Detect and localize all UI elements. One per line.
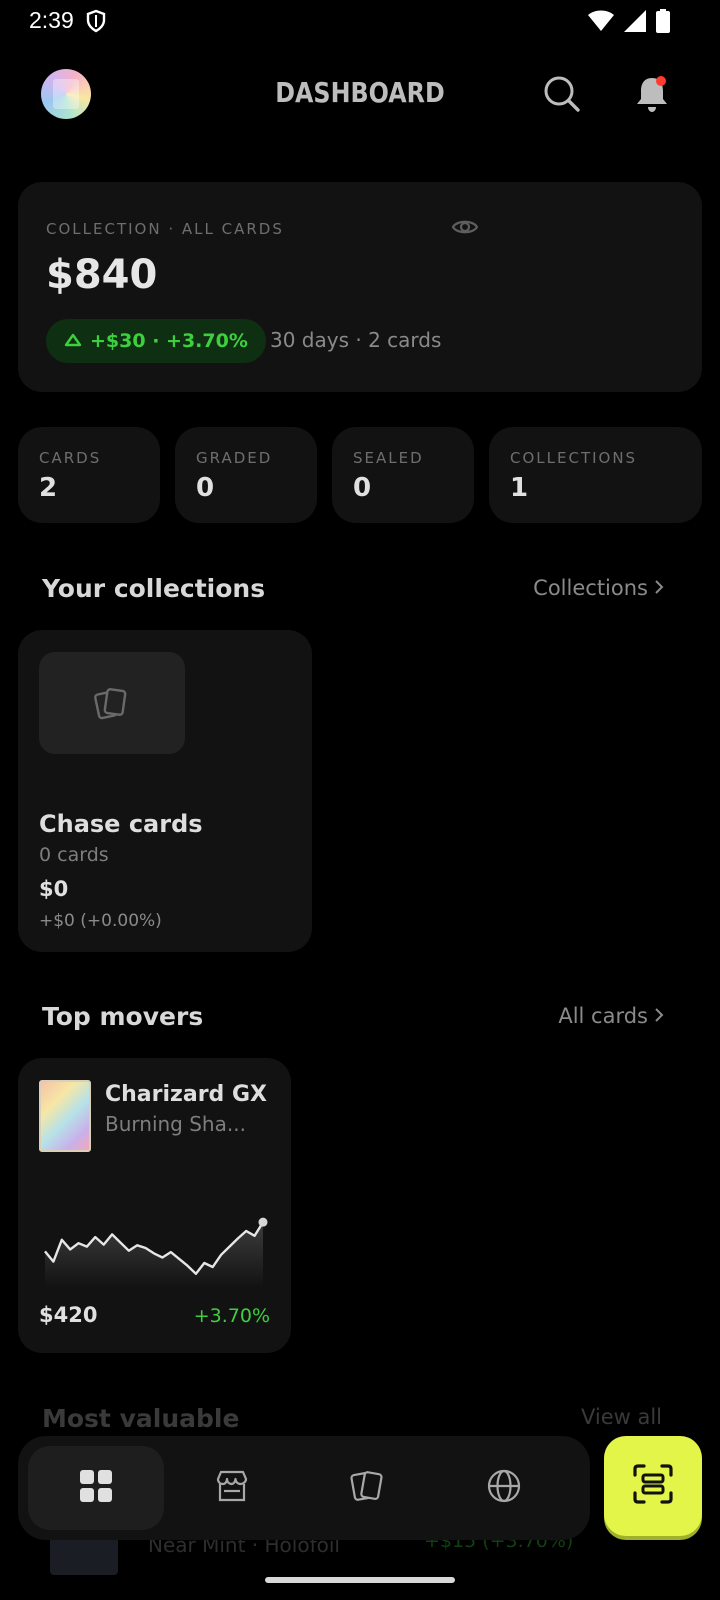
collection-value: $840	[46, 252, 158, 298]
dashboard-grid-icon	[79, 1469, 113, 1507]
chevron-right-icon	[654, 1004, 664, 1028]
wifi-icon	[588, 10, 614, 36]
sparkline-area	[45, 1222, 263, 1288]
stat-collections[interactable]: COLLECTIONS 1	[489, 427, 702, 523]
collection-count: 0 cards	[39, 844, 109, 866]
collections-link-label: Collections	[533, 576, 648, 600]
mover-name: Charizard GX	[105, 1082, 267, 1107]
summary-meta: 30 days · 2 cards	[270, 328, 442, 352]
scan-button[interactable]	[604, 1436, 702, 1536]
eye-icon[interactable]	[450, 212, 480, 242]
trend-up-icon	[64, 330, 82, 352]
stat-label: GRADED	[196, 449, 273, 467]
signal-icon	[624, 10, 646, 36]
status-time: 2:39	[29, 7, 74, 33]
nav-dashboard[interactable]	[28, 1446, 164, 1530]
price-sparkline	[44, 1217, 268, 1288]
change-badge: +$30 · +3.70%	[46, 319, 266, 363]
stat-graded[interactable]: GRADED 0	[175, 427, 317, 523]
bottom-nav	[18, 1436, 590, 1540]
nav-cards[interactable]	[300, 1446, 436, 1530]
section-title-top-movers: Top movers	[42, 1002, 204, 1031]
stat-value: 2	[39, 473, 58, 503]
stat-value: 1	[510, 473, 529, 503]
battery-icon	[656, 9, 670, 37]
sparkline-endpoint	[258, 1217, 268, 1227]
mover-change: +3.70%	[193, 1305, 270, 1327]
stat-value: 0	[353, 473, 372, 503]
stat-label: SEALED	[353, 449, 424, 467]
stat-label: COLLECTIONS	[510, 449, 638, 467]
stat-sealed[interactable]: SEALED 0	[332, 427, 474, 523]
store-icon	[215, 1469, 249, 1507]
bell-icon	[630, 78, 674, 120]
scan-icon	[632, 1463, 674, 1509]
collection-name: Chase cards	[39, 810, 203, 838]
stat-value: 0	[196, 473, 215, 503]
collection-value-card[interactable]: COLLECTION · ALL CARDS $840 +$30 · +3.70…	[18, 182, 702, 392]
collection-card[interactable]: Chase cards 0 cards $0 +$0 (+0.00%)	[18, 630, 312, 952]
notification-badge	[656, 76, 666, 86]
card-image	[39, 1080, 91, 1152]
globe-icon	[487, 1469, 521, 1507]
mover-price: $420	[39, 1303, 98, 1327]
shield-icon	[86, 9, 106, 37]
chevron-right-icon	[654, 576, 664, 600]
summary-label: COLLECTION · ALL CARDS	[46, 220, 284, 238]
collections-link[interactable]: Collections	[533, 576, 664, 600]
app-header: DASHBOARD	[0, 60, 720, 130]
collection-thumbnail	[39, 652, 185, 754]
search-button[interactable]	[540, 72, 584, 116]
status-bar: 2:39	[0, 0, 720, 44]
mover-card[interactable]: Charizard GX Burning Sha... $420 +3.70%	[18, 1058, 291, 1353]
all-cards-link[interactable]: All cards	[558, 1004, 664, 1028]
collection-item-value: $0	[39, 877, 69, 901]
nav-store[interactable]	[164, 1446, 300, 1530]
change-text: +$30 · +3.70%	[90, 330, 248, 352]
section-title-collections: Your collections	[42, 574, 266, 603]
cards-icon	[350, 1468, 386, 1508]
section-title-most-valuable: Most valuable	[42, 1404, 240, 1433]
cards-icon	[94, 688, 127, 720]
view-all-link[interactable]: View all	[581, 1405, 662, 1429]
search-icon	[540, 76, 584, 120]
stat-cards[interactable]: CARDS 2	[18, 427, 160, 523]
collection-item-change: +$0 (+0.00%)	[39, 911, 162, 931]
mover-set: Burning Sha...	[105, 1112, 246, 1136]
all-cards-link-label: All cards	[558, 1004, 648, 1028]
nav-explore[interactable]	[436, 1446, 572, 1530]
notifications-button[interactable]	[630, 72, 674, 116]
home-indicator	[265, 1577, 455, 1583]
stat-label: CARDS	[39, 449, 102, 467]
